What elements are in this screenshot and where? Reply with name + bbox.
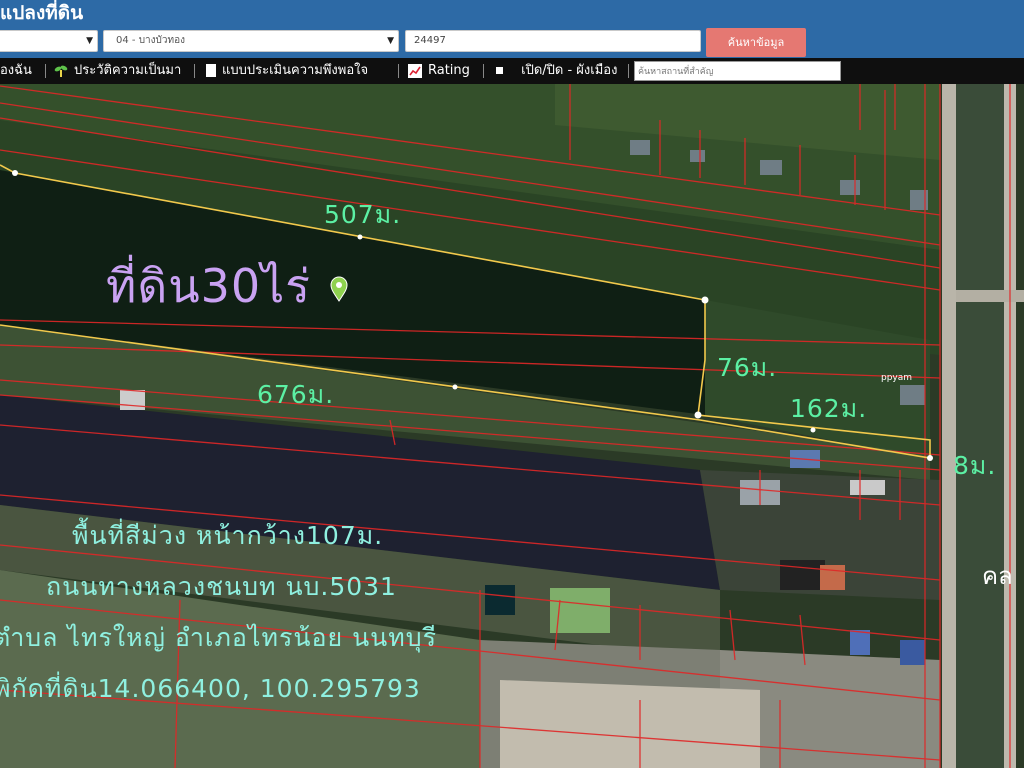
parcel-number-value: 24497 [414, 35, 446, 46]
document-icon [206, 64, 216, 77]
toolbar-item-mine[interactable]: องฉัน [0, 58, 32, 84]
satellite-map[interactable]: ที่ดิน30ไร่ 507ม. 676ม. 76ม. 162ม. 8ม. p… [0, 84, 1024, 768]
toolbar-item-survey-label: แบบประเมินความพึงพอใจ [222, 63, 369, 78]
info-line-coordinates: พิกัดที่ดิน14.066400, 100.295793 [0, 674, 421, 703]
toolbar-divider [398, 64, 399, 78]
toolbar-item-mine-label: องฉัน [0, 63, 32, 78]
app-header: แปลงที่ดิน ▼ 04 - บางบัวทอง ▼ 24497 ค้นห… [0, 0, 1024, 58]
measure-east-tail: 162ม. [790, 394, 868, 423]
toolbar-item-history[interactable]: ประวัติความเป็นมา [54, 58, 181, 84]
parcel-number-input[interactable]: 24497 [405, 30, 701, 52]
toolbar-item-survey[interactable]: แบบประเมินความพึงพอใจ [206, 58, 368, 84]
measure-east-notch: 76ม. [717, 353, 778, 382]
toolbar-divider [483, 64, 484, 78]
rating-chart-icon [408, 63, 422, 78]
toolbar-item-history-label: ประวัติความเป็นมา [74, 63, 182, 78]
app-title: แปลงที่ดิน [0, 2, 84, 24]
measure-north: 507ม. [324, 200, 402, 229]
toolbar-divider [45, 64, 46, 78]
square-icon [496, 67, 503, 74]
measure-south: 676ม. [257, 380, 335, 409]
toolbar: องฉัน ประวัติความเป็นมา แบบประเมินความพึ… [0, 58, 1024, 84]
toolbar-item-zoning-toggle[interactable]: เปิด/ปิด - ผังเมือง [496, 58, 617, 84]
toolbar-item-rating-label: Rating [428, 63, 470, 78]
amphoe-select[interactable]: 04 - บางบัวทอง ▼ [103, 30, 399, 52]
toolbar-item-zoning-label: เปิด/ปิด - ผังเมือง [521, 63, 618, 78]
info-line-area: พื้นที่สีม่วง หน้ากว้าง107ม. [72, 521, 384, 550]
history-sprout-icon [54, 65, 68, 77]
province-select[interactable]: ▼ [0, 30, 98, 52]
toolbar-item-rating[interactable]: Rating [408, 58, 470, 84]
map-canvas [0, 84, 1024, 768]
amphoe-select-value: 04 - บางบัวทอง [116, 35, 185, 46]
canal-label: คล [982, 562, 1013, 590]
map-pin-icon[interactable] [329, 276, 349, 302]
info-line-location: ตำบล ไทรใหญ่ อำเภอไทรน้อย นนทบุรี [0, 623, 438, 652]
building-label: ppyam [881, 373, 913, 383]
search-button[interactable]: ค้นหาข้อมูล [706, 28, 806, 57]
toolbar-divider [194, 64, 195, 78]
select-caret-icon: ▼ [86, 36, 93, 46]
info-line-road: ถนนทางหลวงชนบท นบ.5031 [46, 572, 397, 601]
place-search-input[interactable] [634, 61, 841, 81]
land-title: ที่ดิน30ไร่ [106, 259, 312, 313]
measure-east-end: 8ม. [953, 451, 997, 480]
toolbar-divider [628, 64, 629, 78]
select-caret-icon: ▼ [387, 36, 394, 46]
